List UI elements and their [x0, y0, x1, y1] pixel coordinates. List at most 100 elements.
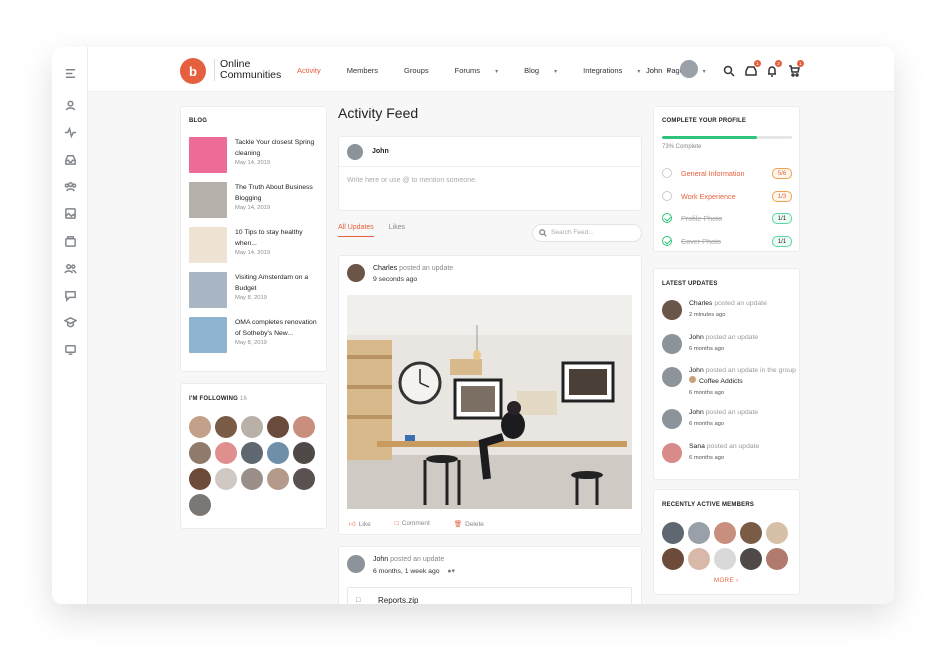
app-window: b Online Communities Activity Members Grou… — [52, 47, 894, 604]
activity-icon[interactable] — [62, 124, 78, 140]
user-menu[interactable]: John ▼ — [646, 66, 672, 75]
following-member-avatar[interactable] — [241, 442, 263, 464]
menu-icon[interactable] — [62, 65, 78, 81]
inbox-icon[interactable] — [62, 151, 78, 167]
more-members-link[interactable]: MORE › — [714, 578, 739, 584]
recent-member-avatar[interactable] — [714, 548, 736, 570]
following-member-avatar[interactable] — [215, 442, 237, 464]
blog-post-item[interactable]: OMA completes renovation of Sotheby's Ne… — [189, 317, 319, 353]
profile-step-row[interactable]: Cover Photo 1/1 — [662, 235, 792, 248]
blog-post-title[interactable]: Tackle Your closest Spring cleaning — [235, 137, 319, 159]
folder-icon[interactable] — [62, 233, 78, 249]
post-author-avatar[interactable] — [347, 264, 365, 282]
feed-search-input[interactable]: Search Feed... — [532, 224, 642, 242]
nav-item-members[interactable]: Members — [347, 66, 391, 75]
blog-post-thumbnail[interactable] — [189, 227, 227, 263]
update-author-name[interactable]: John — [689, 367, 704, 374]
blog-post-title[interactable]: OMA completes renovation of Sotheby's Ne… — [235, 317, 319, 339]
user-avatar[interactable] — [680, 60, 698, 78]
brand-name[interactable]: Online Communities — [214, 59, 281, 81]
profile-icon[interactable] — [62, 97, 78, 113]
blog-post-title[interactable]: Visiting Amsterdam on a Budget — [235, 272, 319, 294]
nav-item-integrations[interactable]: Integrations ▾ — [583, 66, 653, 75]
nav-item-activity[interactable]: Activity — [297, 66, 334, 75]
file-attachment[interactable]: □ Reports.zip — [347, 587, 632, 604]
courses-icon[interactable] — [62, 314, 78, 330]
privacy-icon[interactable]: ●▾ — [447, 568, 455, 575]
update-author-name[interactable]: Sana — [689, 443, 705, 450]
recent-member-avatar[interactable] — [662, 548, 684, 570]
recent-member-avatar[interactable] — [740, 548, 762, 570]
composer-input[interactable]: Write here or use @ to mention someone. — [347, 177, 477, 184]
cart-icon[interactable]: 1 — [788, 60, 804, 77]
profile-step-row[interactable]: Profile Photo 1/1 — [662, 213, 792, 225]
photos-icon[interactable] — [62, 205, 78, 221]
tab-likes[interactable]: Likes — [389, 224, 405, 237]
post-image[interactable] — [347, 295, 632, 509]
following-member-avatar[interactable] — [267, 416, 289, 438]
update-author-avatar[interactable] — [662, 334, 682, 354]
blog-post-title[interactable]: The Truth About Business Blogging — [235, 182, 319, 204]
profile-step-label: General Information — [681, 169, 745, 178]
following-member-avatar[interactable] — [241, 416, 263, 438]
post-author-name[interactable]: John — [373, 556, 388, 563]
following-member-avatar[interactable] — [215, 468, 237, 490]
blog-post-item[interactable]: Tackle Your closest Spring cleaning May 1… — [189, 137, 319, 173]
following-member-avatar[interactable] — [241, 468, 263, 490]
update-author-avatar[interactable] — [662, 409, 682, 429]
nav-item-groups[interactable]: Groups — [404, 66, 442, 75]
following-member-avatar[interactable] — [189, 468, 211, 490]
update-author-name[interactable]: John — [689, 334, 704, 341]
update-author-avatar[interactable] — [662, 300, 682, 320]
following-member-avatar[interactable] — [293, 442, 315, 464]
following-member-avatar[interactable] — [189, 494, 211, 516]
bell-icon[interactable]: 2 — [766, 60, 782, 77]
blog-post-item[interactable]: Visiting Amsterdam on a Budget May 8, 201… — [189, 272, 319, 308]
profile-step-row[interactable]: Work Experience 1/3 — [662, 190, 792, 203]
forums-icon[interactable] — [62, 287, 78, 303]
like-button[interactable]: 👍︎ Like — [349, 520, 383, 528]
recent-member-avatar[interactable] — [740, 522, 762, 544]
following-member-avatar[interactable] — [293, 416, 315, 438]
recent-member-avatar[interactable] — [766, 548, 788, 570]
search-icon[interactable] — [723, 64, 735, 77]
recent-member-avatar[interactable] — [688, 548, 710, 570]
update-author-name[interactable]: Charles — [689, 300, 712, 307]
tab-all-updates[interactable]: All Updates — [338, 224, 374, 237]
following-member-avatar[interactable] — [293, 468, 315, 490]
recent-member-avatar[interactable] — [688, 522, 710, 544]
following-member-avatar[interactable] — [189, 442, 211, 464]
members-icon[interactable] — [62, 260, 78, 276]
post-author-avatar[interactable] — [347, 555, 365, 573]
blog-post-title[interactable]: 10 Tips to stay healthy when... — [235, 227, 319, 249]
following-member-avatar[interactable] — [215, 416, 237, 438]
update-author-avatar[interactable] — [662, 443, 682, 463]
blog-post-thumbnail[interactable] — [189, 182, 227, 218]
blog-post-thumbnail[interactable] — [189, 272, 227, 308]
post-author-name[interactable]: Charles — [373, 265, 397, 272]
messages-icon[interactable]: 1 — [745, 60, 761, 76]
update-author-avatar[interactable] — [662, 367, 682, 387]
blog-post-thumbnail[interactable] — [189, 317, 227, 353]
profile-step-row[interactable]: General Information 5/6 — [662, 168, 792, 180]
following-member-avatar[interactable] — [267, 468, 289, 490]
groups-icon[interactable] — [62, 178, 78, 194]
nav-item-forums[interactable]: Forums ▾ — [455, 66, 511, 75]
following-member-avatar[interactable] — [189, 416, 211, 438]
recent-member-avatar[interactable] — [714, 522, 736, 544]
blog-post-item[interactable]: The Truth About Business Blogging May 14,… — [189, 182, 319, 218]
recent-member-avatar[interactable] — [766, 522, 788, 544]
empty-circle-icon — [662, 168, 672, 178]
nav-item-blog[interactable]: Blog ▾ — [524, 66, 570, 75]
blog-post-thumbnail[interactable] — [189, 137, 227, 173]
delete-button[interactable]: 🗑︎ Delete — [454, 520, 496, 528]
update-author-name[interactable]: John — [689, 409, 704, 416]
group-link[interactable]: Coffee Addicts — [699, 378, 743, 385]
comment-button[interactable]: □ Comment — [395, 520, 442, 528]
search-icon — [539, 229, 547, 237]
brand-logo[interactable]: b — [180, 58, 206, 84]
recent-member-avatar[interactable] — [662, 522, 684, 544]
media-icon[interactable] — [62, 341, 78, 357]
blog-post-item[interactable]: 10 Tips to stay healthy when... May 14, 2… — [189, 227, 319, 263]
following-member-avatar[interactable] — [267, 442, 289, 464]
